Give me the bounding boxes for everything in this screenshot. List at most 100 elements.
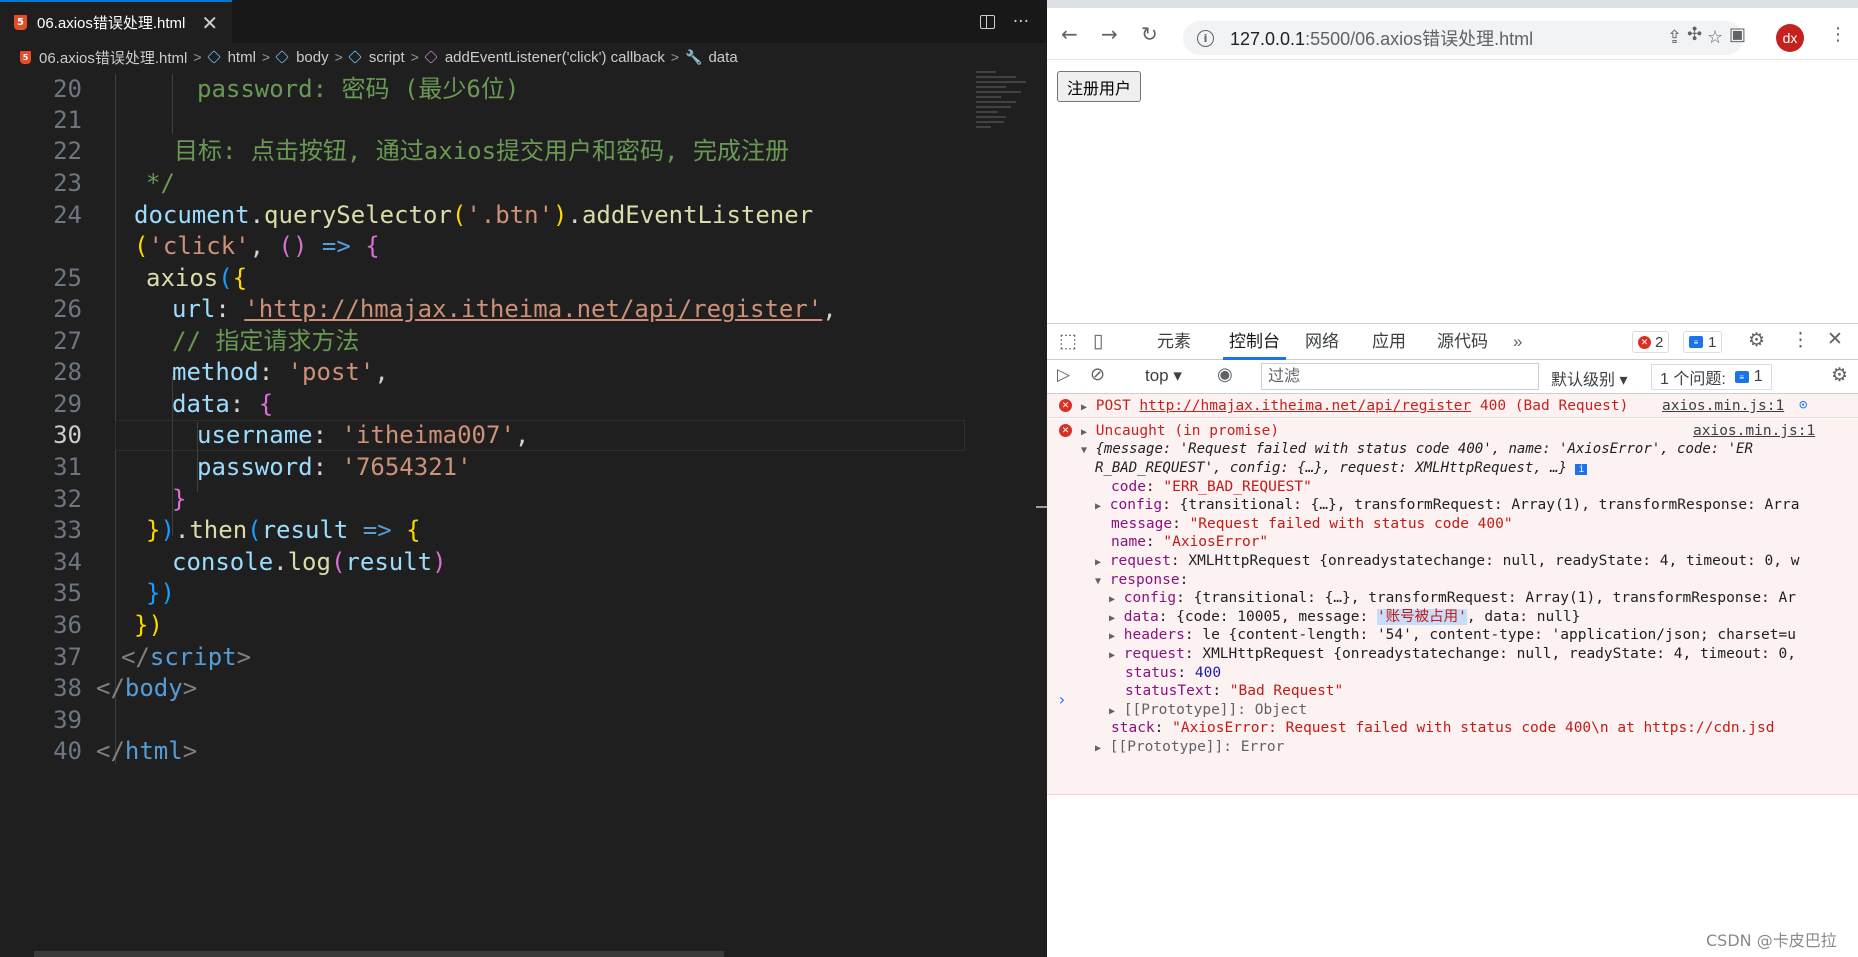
inspect-element-icon[interactable]: ⬚ (1059, 330, 1077, 353)
profile-avatar[interactable]: dx (1776, 24, 1804, 52)
info-icon[interactable]: i (1575, 464, 1588, 475)
code-area[interactable]: 20 password: 密码 (最少6位) 21 22 目标: 点击按钮, 通… (0, 74, 1047, 944)
code-token: : (312, 421, 342, 449)
code-token: ) (432, 548, 447, 576)
console-settings-gear-icon[interactable]: ⚙ (1831, 364, 1848, 387)
tab-console[interactable]: 控制台 (1223, 324, 1286, 360)
bookmark-star-icon[interactable]: ☆ (1707, 27, 1723, 48)
breadcrumb-data-label: data (708, 48, 738, 66)
console-prompt-icon[interactable]: › (1057, 690, 1067, 709)
post-url-link[interactable]: http://hmajax.itheima.net/api/register (1139, 398, 1471, 414)
register-user-button[interactable]: 注册用户 (1057, 71, 1142, 102)
selected-message-value[interactable]: '账号被占用' (1376, 609, 1467, 625)
extensions-puzzle-icon[interactable]: ✣ (1687, 24, 1702, 45)
collapse-triangle-icon[interactable]: ▼ (1095, 576, 1101, 587)
minimap[interactable] (976, 71, 1036, 161)
source-link[interactable]: axios.min.js:1 (1662, 395, 1784, 417)
breadcrumb-script[interactable]: script (348, 49, 405, 66)
breadcrumb-data[interactable]: 🔧 data (685, 49, 738, 66)
code-token: body (124, 674, 183, 702)
more-tabs-icon[interactable]: » (1513, 324, 1522, 360)
browser-menu-icon[interactable]: ⋮ (1829, 24, 1847, 45)
share-icon[interactable]: ⇪ (1667, 27, 1682, 48)
expand-triangle-icon[interactable]: ▶ (1109, 650, 1115, 661)
network-request-icon[interactable]: ⊙ (1799, 397, 1807, 413)
issues-button[interactable]: 1 个问题: ≡ 1 (1651, 364, 1772, 390)
prop-value: XMLHttpRequest {onreadystatechange: null… (1202, 646, 1796, 662)
code-line-current: 30 username: 'itheima007', (0, 420, 1047, 451)
editor-tab-bar: 5 06.axios错误处理.html ✕ ··· (0, 0, 1047, 43)
breadcrumb-body[interactable]: body (275, 48, 329, 66)
prop-request[interactable]: ▶ request: XMLHttpRequest {onreadystatec… (1095, 550, 1799, 572)
error-count-badge[interactable]: ✕ 2 (1632, 331, 1670, 353)
console-output[interactable]: ✕ ▶ POST http://hmajax.itheima.net/api/r… (1047, 394, 1858, 957)
live-expression-eye-icon[interactable]: ◉ (1217, 364, 1233, 385)
expand-triangle-icon[interactable]: ▶ (1109, 631, 1115, 642)
back-arrow-icon[interactable]: ← (1061, 22, 1078, 46)
split-editor-icon[interactable] (979, 14, 995, 29)
issues-count: 1 (1753, 368, 1763, 385)
code-token: ) (160, 516, 175, 544)
devtools-menu-icon[interactable]: ⋮ (1791, 329, 1810, 352)
expand-triangle-icon[interactable]: ▶ (1081, 402, 1087, 413)
expand-triangle-icon[interactable]: ▶ (1109, 706, 1115, 717)
editor-tab[interactable]: 5 06.axios错误处理.html ✕ (0, 0, 232, 43)
code-token: </ (121, 643, 150, 671)
collapse-triangle-icon[interactable]: ▼ (1081, 445, 1087, 456)
console-filter-input[interactable]: 过滤 (1261, 363, 1539, 390)
more-actions-icon[interactable]: ··· (1013, 12, 1029, 32)
expand-triangle-icon[interactable]: ▶ (1095, 557, 1101, 568)
breadcrumb-body-label: body (296, 48, 329, 66)
sidebar-toggle-icon[interactable]: ▷ (1057, 365, 1070, 385)
expand-triangle-icon[interactable]: ▶ (1109, 613, 1115, 624)
url-text[interactable]: 127.0.0.1:5500/06.axios错误处理.html (1230, 25, 1533, 51)
line-number: 28 (53, 358, 82, 386)
expand-triangle-icon[interactable]: ▶ (1095, 743, 1101, 754)
close-devtools-icon[interactable]: ✕ (1827, 328, 1843, 351)
context-select[interactable]: top ▾ (1145, 366, 1182, 386)
error-summary-line1: {message: 'Request failed with status co… (1095, 441, 1753, 457)
expand-triangle-icon[interactable]: ▶ (1109, 594, 1115, 605)
code-token: username (197, 421, 313, 449)
message-count-badge[interactable]: ≡ 1 (1683, 331, 1723, 353)
prop-prototype[interactable]: ▶ [[Prototype]]: Error (1095, 736, 1284, 758)
forward-arrow-icon[interactable]: → (1101, 22, 1118, 46)
expand-triangle-icon[interactable]: ▶ (1095, 501, 1101, 512)
line-number: 24 (53, 201, 82, 229)
line-number: 34 (53, 548, 82, 576)
chevron-right-icon: > (410, 49, 419, 65)
code-token: } (172, 485, 187, 513)
side-panel-icon[interactable]: ▣ (1729, 24, 1746, 45)
device-toolbar-icon[interactable]: ▯ (1093, 330, 1103, 353)
breadcrumb-file[interactable]: 5 06.axios错误处理.html (20, 47, 187, 68)
code-token: { (258, 390, 274, 418)
breadcrumb-html[interactable]: html (206, 49, 256, 66)
clear-console-icon[interactable]: ⊘ (1090, 364, 1105, 385)
code-token: result (261, 516, 349, 544)
close-tab-icon[interactable]: ✕ (201, 13, 218, 33)
dropdown-caret-icon: ▾ (1173, 366, 1182, 385)
tab-sources[interactable]: 源代码 (1437, 324, 1488, 360)
breadcrumb-callback[interactable]: addEventListener('click') callback (424, 49, 665, 66)
code-token: addEventListener (581, 201, 814, 229)
code-link[interactable]: 'http://hmajax.itheima.net/api/register' (244, 295, 822, 323)
editor-actions: ··· (979, 0, 1047, 43)
site-info-icon[interactable]: i (1197, 29, 1214, 47)
tab-network[interactable]: 网络 (1305, 324, 1339, 360)
code-token: password (197, 75, 313, 103)
code-editor[interactable]: 5 06.axios错误处理.html ✕ ··· 5 06.axios错误处理.… (0, 0, 1047, 957)
tab-elements[interactable]: 元素 (1157, 324, 1191, 360)
settings-gear-icon[interactable]: ⚙ (1748, 329, 1765, 352)
expand-triangle-icon[interactable]: ▶ (1081, 427, 1087, 438)
code-token: }) (146, 579, 175, 607)
address-bar[interactable]: i 127.0.0.1:5500/06.axios错误处理.html ⇪ ☆ (1183, 21, 1743, 55)
issues-label: 1 个问题: (1660, 371, 1726, 388)
tab-application[interactable]: 应用 (1372, 324, 1406, 360)
log-level-select[interactable]: 默认级别 ▾ (1551, 366, 1628, 390)
horizontal-scrollbar[interactable] (34, 951, 724, 957)
code-token: ( (218, 264, 233, 292)
reload-icon[interactable]: ↻ (1141, 22, 1158, 46)
prop-key: message (1111, 516, 1173, 532)
line-number: 37 (53, 643, 82, 671)
editor-tab-title[interactable]: 06.axios错误处理.html (37, 12, 185, 33)
